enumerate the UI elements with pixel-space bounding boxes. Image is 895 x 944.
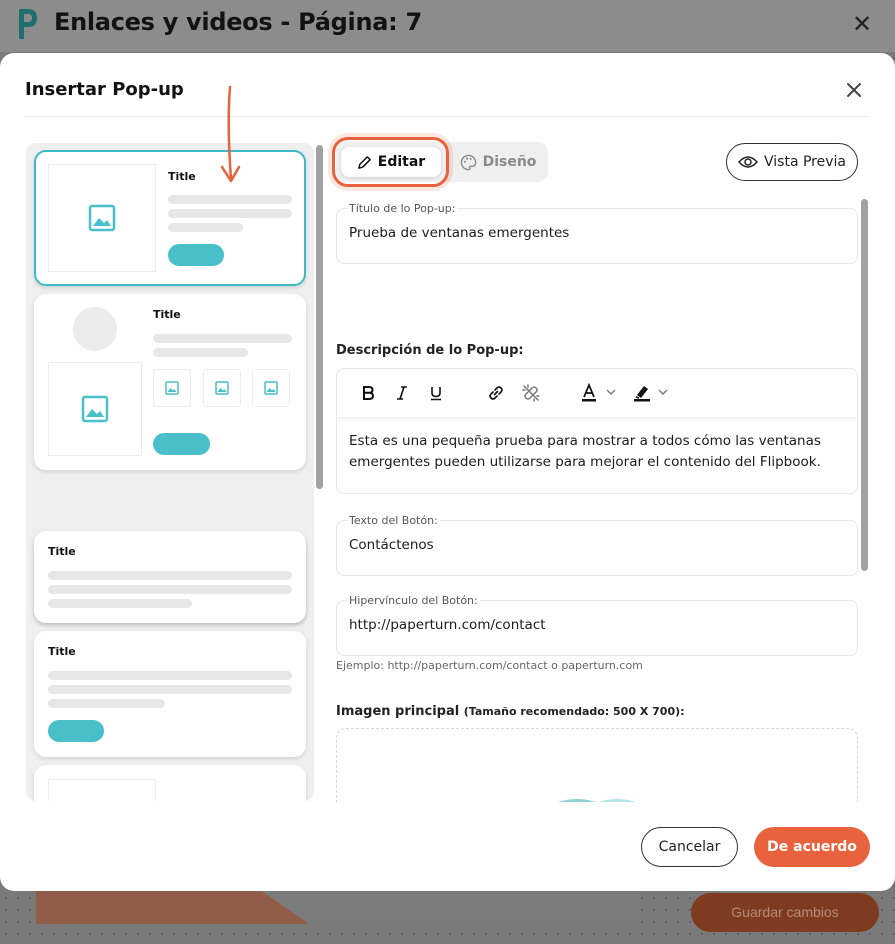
italic-icon bbox=[397, 386, 407, 400]
main-image-dropzone[interactable] bbox=[336, 728, 858, 802]
insert-popup-modal: Insertar Pop-up Title Title Title Title … bbox=[0, 53, 895, 891]
template-text-line bbox=[48, 571, 292, 580]
image-icon bbox=[88, 204, 116, 232]
form-scrollbar[interactable] bbox=[861, 199, 868, 571]
template-image-placeholder bbox=[48, 779, 156, 801]
button-text-field: Texto del Botón: bbox=[336, 514, 858, 576]
template-title: Title bbox=[153, 308, 181, 321]
link-icon bbox=[489, 386, 503, 400]
confirm-button[interactable]: De acuerdo bbox=[754, 827, 870, 867]
template-button-placeholder bbox=[153, 433, 210, 455]
popup-title-input[interactable] bbox=[349, 225, 845, 241]
template-list-scrollbar[interactable] bbox=[316, 145, 323, 489]
close-icon[interactable] bbox=[843, 79, 865, 101]
button-text-input[interactable] bbox=[349, 537, 845, 553]
template-text-line bbox=[48, 699, 165, 708]
remove-link-button[interactable] bbox=[520, 382, 542, 404]
editor-tabs: Editar Diseño bbox=[336, 142, 548, 182]
save-changes-button[interactable]: Guardar cambios bbox=[691, 893, 879, 932]
preview-button-label: Vista Previa bbox=[764, 154, 846, 170]
template-card-gallery[interactable]: Title bbox=[34, 294, 306, 470]
image-icon bbox=[215, 381, 229, 395]
tab-design-label: Diseño bbox=[482, 154, 537, 170]
description-editor[interactable]: Esta es una pequeña prueba para mostrar … bbox=[336, 368, 858, 494]
highlighter-icon bbox=[634, 386, 668, 402]
editor-toolbar bbox=[337, 369, 857, 417]
template-button-placeholder bbox=[48, 720, 104, 742]
popup-title-field: Título de lo Pop-up: bbox=[336, 202, 858, 264]
template-thumb-placeholder bbox=[153, 369, 191, 407]
modal-divider bbox=[25, 116, 870, 117]
text-color-button[interactable] bbox=[579, 382, 621, 404]
template-thumb-placeholder bbox=[252, 369, 290, 407]
template-thumb-placeholder bbox=[203, 369, 241, 407]
pencil-icon bbox=[357, 155, 371, 169]
template-card-image-left[interactable]: Title bbox=[34, 150, 306, 286]
background-page-title: Enlaces y videos - Página: 7 bbox=[54, 8, 422, 36]
template-title: Title bbox=[48, 545, 76, 558]
underline-button[interactable] bbox=[427, 382, 445, 404]
app-logo-icon bbox=[19, 9, 37, 39]
main-image-label-text: Imagen principal bbox=[336, 704, 460, 719]
italic-button[interactable] bbox=[393, 382, 411, 404]
template-avatar-placeholder bbox=[73, 307, 117, 351]
unlink-icon bbox=[522, 384, 540, 402]
popup-form: Título de lo Pop-up: Descripción de lo P… bbox=[336, 198, 862, 802]
text-color-icon bbox=[582, 383, 616, 402]
link-example-hint: Ejemplo: http://paperturn.com/contact o … bbox=[336, 659, 643, 672]
template-image-placeholder bbox=[48, 164, 156, 272]
main-image-label: Imagen principal (Tamaño recomendado: 50… bbox=[336, 704, 685, 719]
modal-title: Insertar Pop-up bbox=[25, 79, 184, 100]
template-card-text-button[interactable]: Title bbox=[34, 631, 306, 757]
underline-icon bbox=[431, 387, 441, 401]
template-title: Title bbox=[48, 645, 76, 658]
template-text-line bbox=[168, 223, 243, 232]
template-card-text[interactable]: Title bbox=[34, 531, 306, 623]
template-text-line bbox=[48, 599, 192, 608]
template-text-line bbox=[48, 585, 292, 594]
template-text-line bbox=[168, 195, 292, 204]
image-preview-graphic bbox=[558, 799, 636, 802]
palette-icon bbox=[460, 154, 476, 170]
bold-button[interactable] bbox=[359, 382, 377, 404]
template-image-placeholder bbox=[48, 362, 142, 456]
button-text-label: Texto del Botón: bbox=[347, 514, 440, 527]
image-icon bbox=[81, 395, 109, 423]
image-icon bbox=[264, 381, 278, 395]
template-text-line bbox=[48, 671, 292, 680]
background-close-icon[interactable]: ✕ bbox=[852, 10, 872, 38]
template-text-line bbox=[153, 334, 292, 343]
template-button-placeholder bbox=[168, 244, 224, 266]
template-text-line bbox=[168, 209, 292, 218]
template-list[interactable]: Title Title Title Title bbox=[26, 143, 314, 801]
button-link-field: Hipervínculo del Botón: bbox=[336, 594, 858, 656]
preview-button[interactable]: Vista Previa bbox=[726, 143, 858, 181]
insert-link-button[interactable] bbox=[485, 382, 507, 404]
template-title: Title bbox=[168, 170, 196, 183]
button-link-label: Hipervínculo del Botón: bbox=[347, 594, 480, 607]
description-text[interactable]: Esta es una pequeña prueba para mostrar … bbox=[349, 431, 839, 473]
template-text-line bbox=[48, 685, 292, 694]
cancel-button[interactable]: Cancelar bbox=[641, 827, 738, 867]
popup-title-label: Título de lo Pop-up: bbox=[347, 202, 458, 215]
tab-edit-label: Editar bbox=[377, 154, 426, 170]
tab-design[interactable]: Diseño bbox=[456, 147, 540, 177]
button-link-input[interactable] bbox=[349, 617, 845, 633]
tab-edit[interactable]: Editar bbox=[341, 147, 441, 177]
image-icon bbox=[165, 381, 179, 395]
highlight-color-button[interactable] bbox=[631, 382, 673, 404]
background-header: Enlaces y videos - Página: 7 ✕ bbox=[0, 0, 895, 52]
description-label: Descripción de lo Pop-up: bbox=[336, 343, 524, 358]
template-text-line bbox=[153, 348, 248, 357]
template-card-image-left-alt[interactable]: Title bbox=[34, 765, 306, 801]
bold-icon bbox=[363, 386, 375, 400]
main-image-size-hint: (Tamaño recomendado: 500 X 700): bbox=[463, 705, 685, 718]
eye-icon bbox=[738, 156, 758, 168]
